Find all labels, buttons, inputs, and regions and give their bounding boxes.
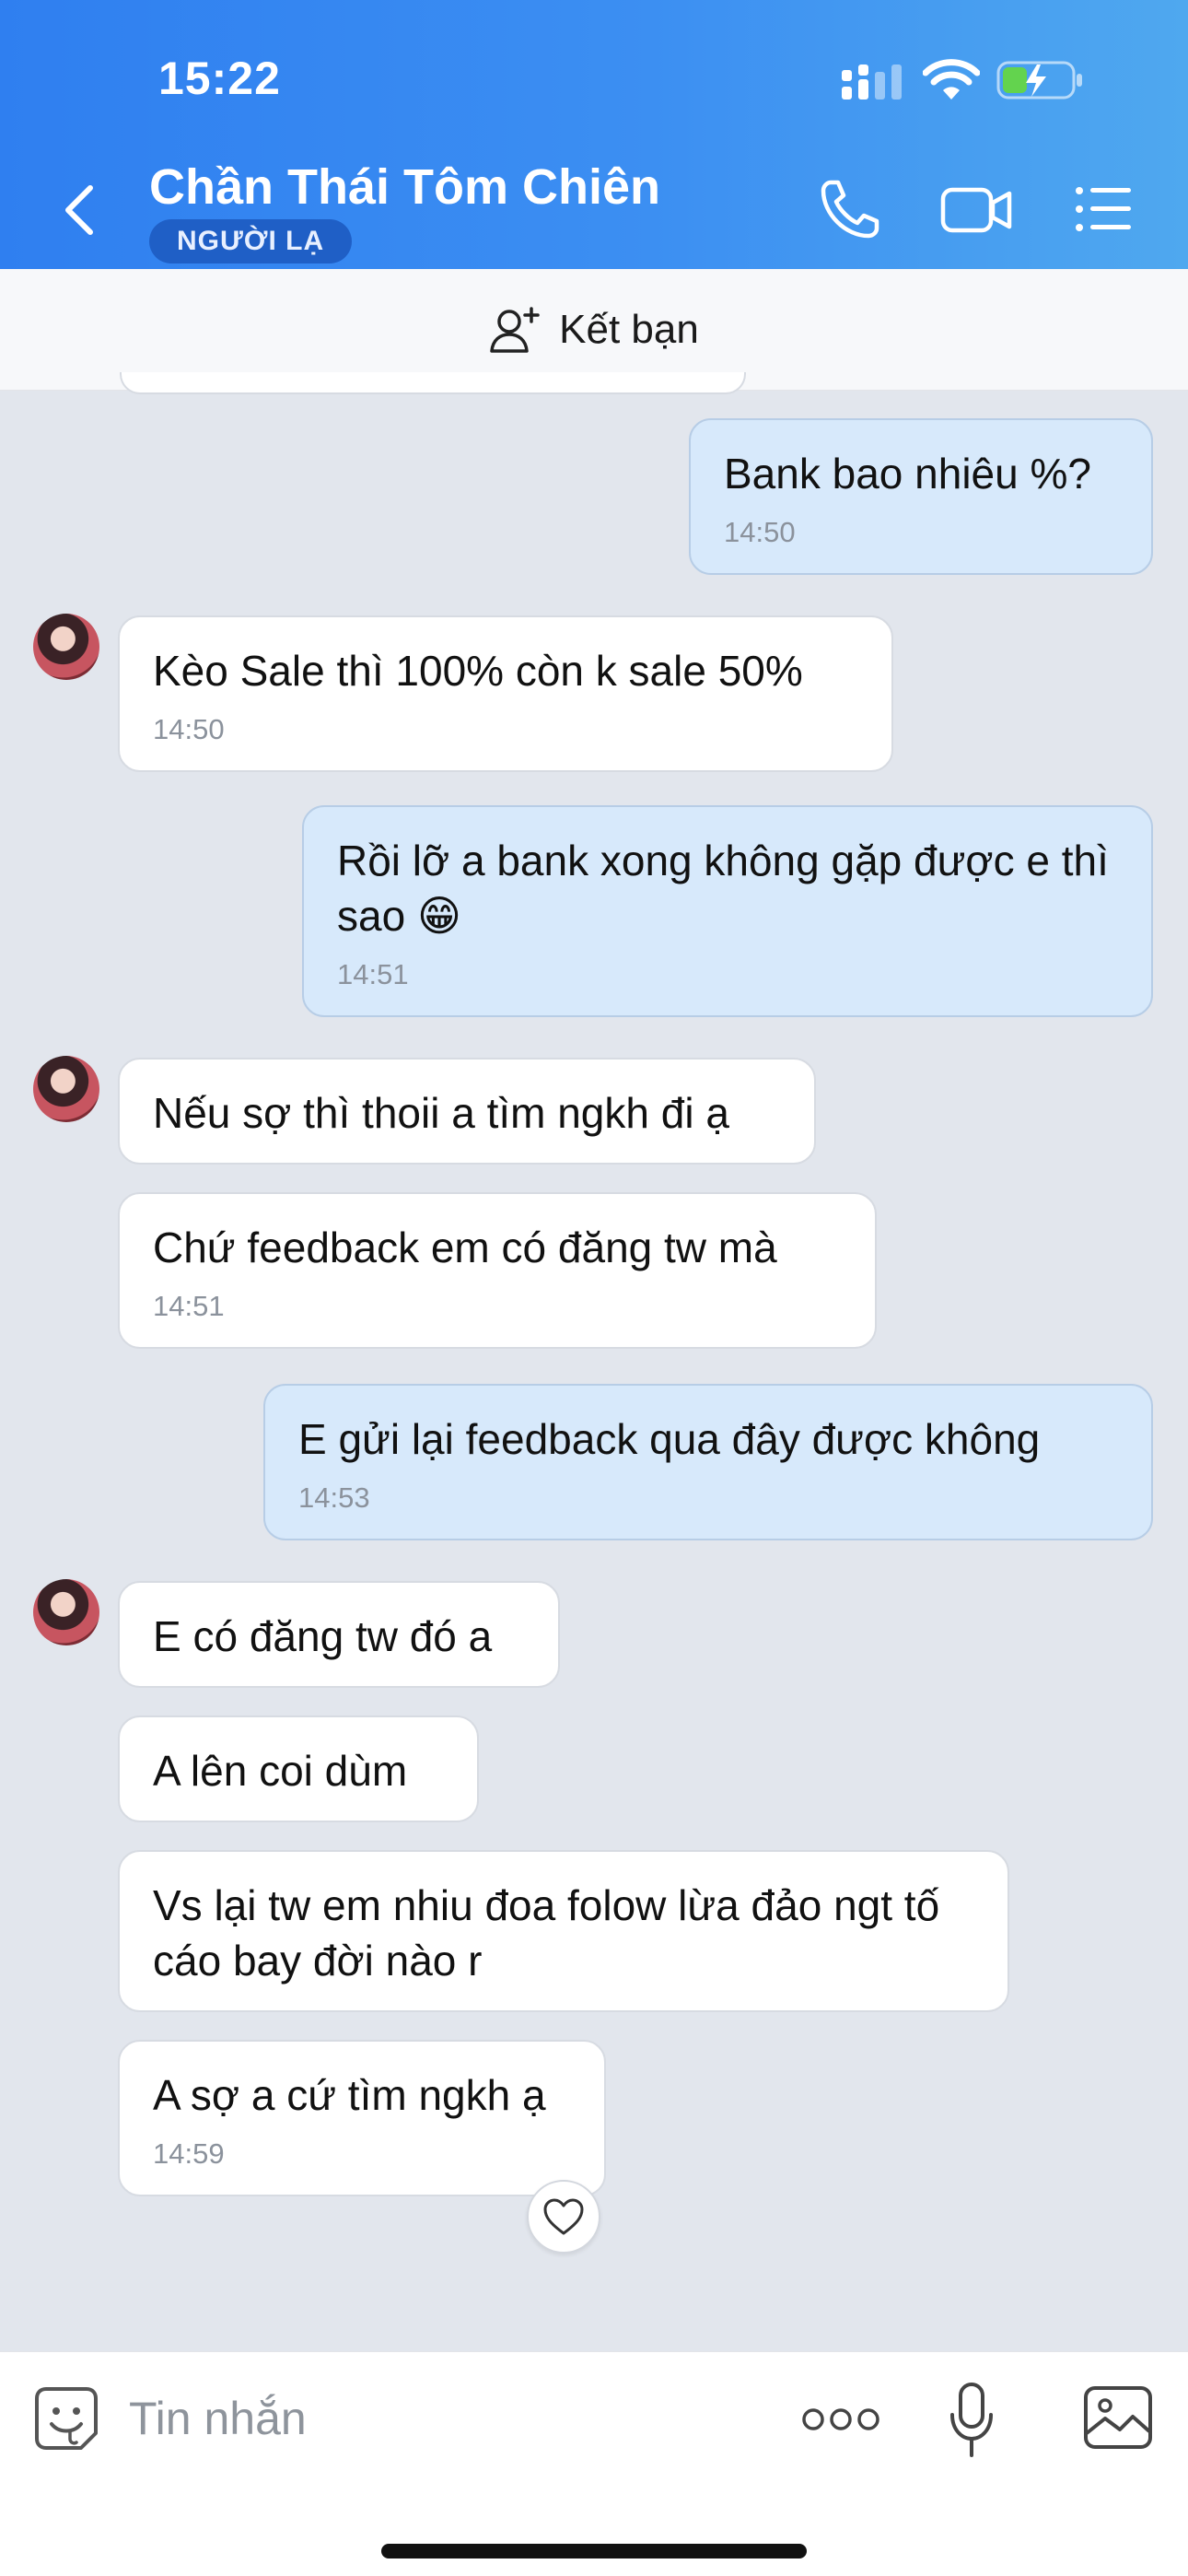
cellular-signal-icon — [842, 64, 902, 100]
message-time: 14:51 — [153, 1290, 225, 1322]
add-friend-button[interactable]: Kết bạn — [489, 305, 699, 355]
message-input-bar — [0, 2351, 1188, 2576]
message-bubble-sent[interactable]: E gửi lại feedback qua đây được không 14… — [263, 1384, 1153, 1540]
home-indicator — [381, 2544, 807, 2558]
message-time: 14:51 — [337, 958, 409, 990]
message-text: Nếu sợ thì thoii a tìm ngkh đi ạ — [153, 1089, 729, 1137]
add-friend-label: Kết bạn — [559, 306, 699, 352]
message-bubble-received[interactable]: Vs lại tw em nhiu đoa folow lừa đảo ngt … — [118, 1850, 1009, 2012]
stranger-badge: NGƯỜI LẠ — [149, 219, 353, 263]
message-bubble-received[interactable]: Nếu sợ thì thoii a tìm ngkh đi ạ — [118, 1058, 816, 1165]
add-friend-icon — [490, 306, 540, 353]
video-call-icon[interactable] — [939, 177, 1013, 241]
message-text: Chứ feedback em có đăng tw mà — [153, 1224, 777, 1271]
react-heart-button[interactable] — [527, 2180, 600, 2254]
contact-avatar[interactable] — [33, 1056, 99, 1122]
wifi-icon — [923, 59, 980, 100]
message-text: Vs lại tw em nhiu đoa folow lừa đảo ngt … — [153, 1881, 940, 1985]
message-time: 14:53 — [298, 1481, 370, 1514]
contact-name[interactable]: Chần Thái Tôm Chiên — [149, 158, 660, 216]
message-bubble-sent[interactable]: Bank bao nhiêu %? 14:50 — [689, 418, 1153, 575]
previous-message-bubble — [120, 372, 746, 394]
battery-charging-icon — [996, 61, 1082, 100]
message-text: Bank bao nhiêu %? — [724, 450, 1091, 498]
message-bubble-received[interactable]: Chứ feedback em có đăng tw mà 14:51 — [118, 1192, 877, 1349]
status-time: 15:22 — [158, 53, 281, 104]
message-time: 14:50 — [153, 713, 225, 745]
message-bubble-received[interactable]: A sợ a cứ tìm ngkh ạ 14:59 — [118, 2040, 606, 2196]
message-text: Rồi lỡ a bank xong không gặp được e thì … — [337, 837, 1109, 940]
microphone-icon[interactable] — [949, 2382, 995, 2459]
message-bubble-sent[interactable]: Rồi lỡ a bank xong không gặp được e thì … — [302, 805, 1153, 1017]
message-time: 14:50 — [724, 516, 796, 548]
back-button[interactable] — [57, 181, 103, 240]
image-gallery-icon[interactable] — [1083, 2385, 1153, 2450]
chat-options-menu-icon[interactable] — [1074, 177, 1135, 241]
message-text: A sợ a cứ tìm ngkh ạ — [153, 2071, 546, 2119]
message-text: E gửi lại feedback qua đây được không — [298, 1415, 1041, 1463]
message-text: A lên coi dùm — [153, 1747, 408, 1795]
more-options-icon[interactable] — [801, 2406, 880, 2433]
contact-avatar[interactable] — [33, 614, 99, 680]
contact-avatar[interactable] — [33, 1579, 99, 1645]
message-bubble-received[interactable]: Kèo Sale thì 100% còn k sale 50% 14:50 — [118, 615, 893, 772]
message-text: E có đăng tw đó a — [153, 1612, 493, 1660]
message-bubble-received[interactable]: A lên coi dùm — [118, 1715, 479, 1822]
message-bubble-received[interactable]: E có đăng tw đó a — [118, 1581, 560, 1688]
heart-icon — [543, 2198, 584, 2235]
message-time: 14:59 — [153, 2137, 225, 2170]
message-input[interactable] — [129, 2385, 774, 2452]
chat-header: 15:22 Chần Thái Tôm Chiên NGƯỜI LẠ — [0, 0, 1188, 269]
sticker-emoji-icon[interactable] — [33, 2385, 99, 2452]
phone-call-icon[interactable] — [818, 177, 882, 241]
message-text: Kèo Sale thì 100% còn k sale 50% — [153, 647, 803, 695]
